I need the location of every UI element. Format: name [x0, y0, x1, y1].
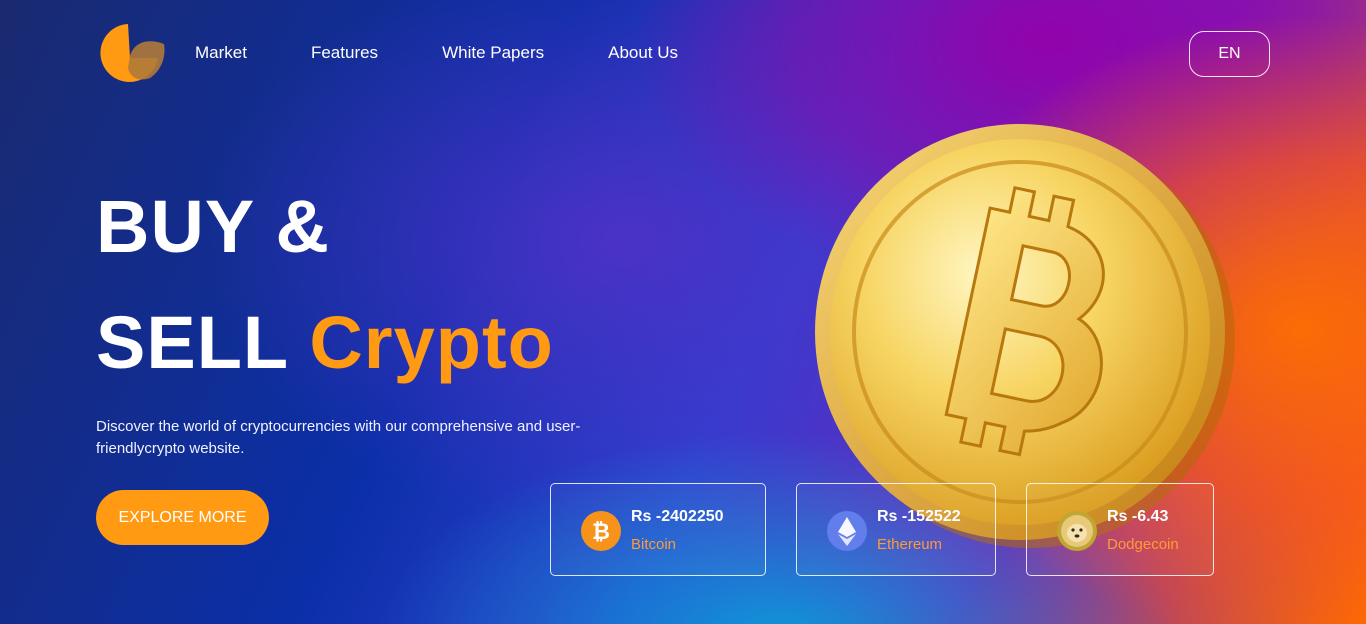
brand-logo-icon[interactable] [100, 22, 166, 82]
bitcoin-icon: ₿ [581, 511, 621, 551]
landing-page: Market Features White Papers About Us EN… [0, 0, 1366, 624]
price-card-ethereum[interactable]: Rs -152522 Ethereum [796, 483, 996, 576]
nav-about-us[interactable]: About Us [608, 43, 678, 63]
ethereum-price: Rs -152522 [877, 508, 961, 525]
nav-features[interactable]: Features [311, 43, 378, 63]
ethereum-name: Ethereum [877, 536, 943, 553]
explore-more-button[interactable]: EXPLORE MORE [96, 490, 269, 545]
nav-market[interactable]: Market [195, 43, 247, 63]
hero-title-crypto: Crypto [309, 301, 554, 384]
dogecoin-icon [1057, 511, 1097, 551]
main-nav: Market Features White Papers About Us [195, 43, 742, 63]
hero-description: Discover the world of cryptocurrencies w… [96, 418, 581, 457]
hero-title-line-1: BUY & [96, 185, 330, 268]
hero-title-sell: SELL [96, 301, 288, 384]
nav-white-papers[interactable]: White Papers [442, 43, 544, 63]
language-button[interactable]: EN [1189, 31, 1270, 77]
ethereum-icon [827, 511, 867, 551]
bitcoin-name: Bitcoin [631, 536, 677, 553]
price-card-bitcoin[interactable]: ₿ Rs -2402250 Bitcoin [550, 483, 766, 576]
price-card-dogecoin[interactable]: Rs -6.43 Dodgecoin [1026, 483, 1214, 576]
svg-text:₿: ₿ [592, 520, 610, 545]
dogecoin-name: Dodgecoin [1107, 536, 1179, 553]
hero-title-line-2: SELL Crypto [96, 306, 554, 380]
dogecoin-price: Rs -6.43 [1107, 508, 1169, 525]
bitcoin-price: Rs -2402250 [631, 508, 724, 525]
